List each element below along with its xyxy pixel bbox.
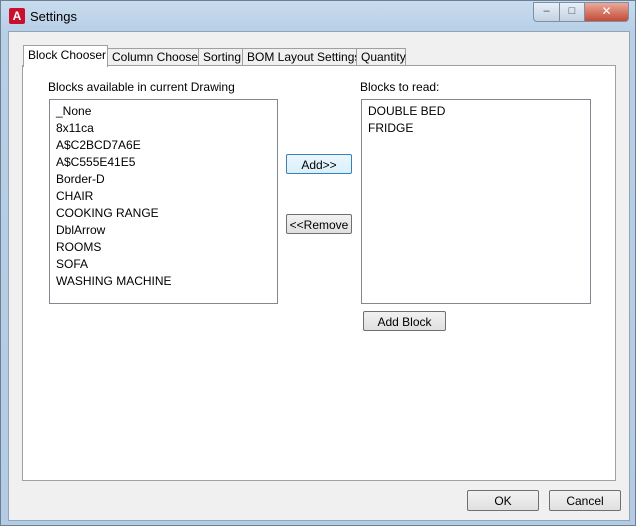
title-bar[interactable]: A Settings – □ ✕	[1, 1, 635, 31]
tab-quantity[interactable]: Quantity	[356, 48, 406, 66]
window-title: Settings	[30, 9, 77, 24]
add-block-button[interactable]: Add Block	[363, 311, 446, 331]
list-item[interactable]: DblArrow	[50, 222, 277, 239]
settings-window: A Settings – □ ✕ Block Chooser Column Ch…	[0, 0, 636, 526]
maximize-button[interactable]: □	[560, 2, 585, 22]
remove-button[interactable]: <<Remove	[286, 214, 352, 234]
list-item[interactable]: DOUBLE BED	[362, 103, 590, 120]
close-button[interactable]: ✕	[585, 2, 629, 22]
add-button[interactable]: Add>>	[286, 154, 352, 174]
list-item[interactable]: 8x11ca	[50, 120, 277, 137]
ok-button[interactable]: OK	[467, 490, 539, 511]
tab-block-chooser[interactable]: Block Chooser	[23, 45, 108, 67]
list-item[interactable]: FRIDGE	[362, 120, 590, 137]
list-item[interactable]: A$C555E41E5	[50, 154, 277, 171]
list-item[interactable]: CHAIR	[50, 188, 277, 205]
tab-sorting[interactable]: Sorting	[198, 48, 243, 66]
block-chooser-panel: Blocks available in current Drawing _Non…	[22, 65, 616, 481]
minimize-button[interactable]: –	[533, 2, 560, 22]
blocks-to-read-list[interactable]: DOUBLE BED FRIDGE	[361, 99, 591, 304]
list-item[interactable]: SOFA	[50, 256, 277, 273]
list-item[interactable]: COOKING RANGE	[50, 205, 277, 222]
window-controls: – □ ✕	[533, 2, 629, 22]
tab-column-chooser[interactable]: Column Chooser	[107, 48, 202, 66]
autocad-a-icon: A	[9, 8, 25, 24]
dialog-body: Block Chooser Column Chooser Sorting BOM…	[8, 31, 630, 521]
blocks-to-read-label: Blocks to read:	[360, 80, 440, 94]
tab-bom-layout-settings[interactable]: BOM Layout Settings	[242, 48, 360, 66]
available-blocks-label: Blocks available in current Drawing	[48, 80, 235, 94]
available-blocks-list[interactable]: _None 8x11ca A$C2BCD7A6E A$C555E41E5 Bor…	[49, 99, 278, 304]
list-item[interactable]: WASHING MACHINE	[50, 273, 277, 290]
list-item[interactable]: ROOMS	[50, 239, 277, 256]
list-item[interactable]: A$C2BCD7A6E	[50, 137, 277, 154]
list-item[interactable]: _None	[50, 103, 277, 120]
cancel-button[interactable]: Cancel	[549, 490, 621, 511]
list-item[interactable]: Border-D	[50, 171, 277, 188]
